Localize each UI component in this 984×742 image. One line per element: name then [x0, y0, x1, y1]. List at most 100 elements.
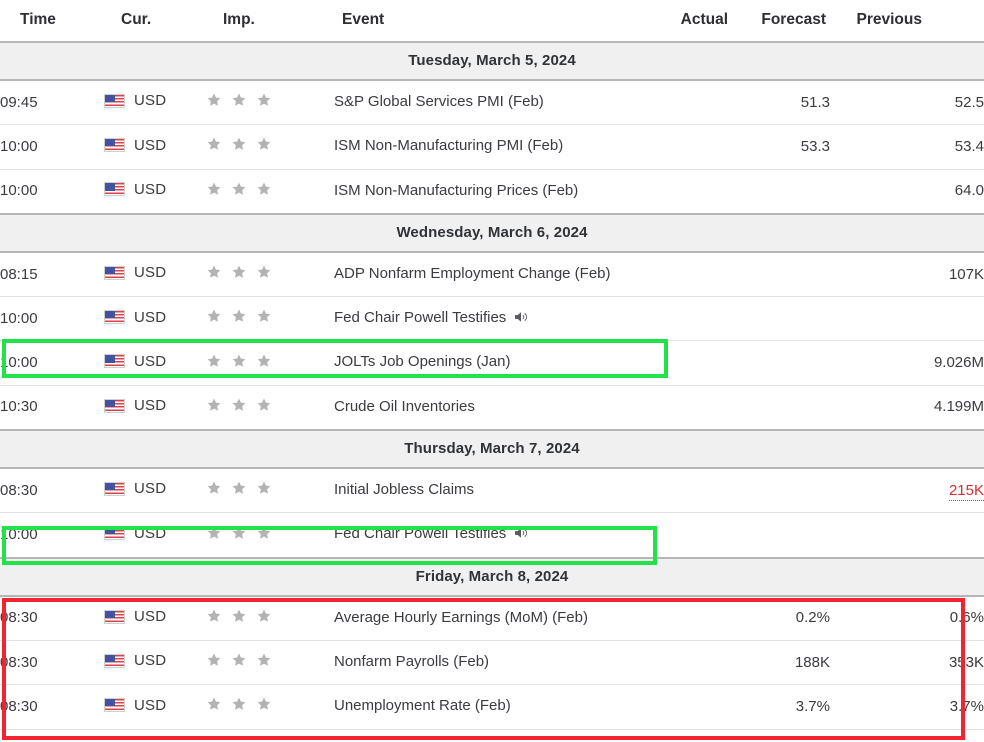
cell-importance[interactable]: [206, 684, 334, 730]
star-icon: [206, 136, 222, 152]
importance-stars: [206, 525, 272, 541]
star-icon: [256, 264, 272, 280]
currency-code: USD: [134, 480, 167, 498]
speaker-icon[interactable]: [513, 309, 529, 325]
column-header-actual[interactable]: Actual: [624, 0, 730, 43]
cell-actual: [624, 124, 730, 170]
importance-stars: [206, 696, 272, 712]
us-flag-icon: [104, 481, 125, 496]
star-icon: [256, 397, 272, 413]
importance-stars: [206, 181, 272, 197]
cell-importance[interactable]: [206, 296, 334, 342]
cell-event[interactable]: ISM Non-Manufacturing PMI (Feb): [334, 124, 624, 170]
table-row[interactable]: 10:00 USD JOLTs Job Openings (Jan) 9.026M: [0, 340, 984, 386]
date-group-header: Tuesday, March 5, 2024: [0, 41, 984, 81]
event-name[interactable]: Nonfarm Payrolls (Feb): [334, 653, 489, 670]
star-icon: [206, 652, 222, 668]
cell-importance[interactable]: [206, 124, 334, 170]
speaker-icon[interactable]: [513, 525, 529, 541]
column-header-forecast[interactable]: Forecast: [730, 0, 830, 43]
cell-importance[interactable]: [206, 385, 334, 431]
table-row[interactable]: 08:30 USD Initial Jobless Claims 215K: [0, 468, 984, 514]
event-name[interactable]: S&P Global Services PMI (Feb): [334, 93, 544, 110]
cell-actual: [624, 684, 730, 730]
star-icon: [231, 92, 247, 108]
table-row[interactable]: 10:00 USD ISM Non-Manufacturing PMI (Feb) 5…: [0, 124, 984, 170]
column-header-previous[interactable]: Previous: [830, 0, 984, 43]
currency-code: USD: [134, 652, 167, 670]
cell-event[interactable]: ISM Non-Manufacturing Prices (Feb): [334, 169, 624, 215]
event-name[interactable]: Crude Oil Inventories: [334, 398, 475, 415]
cell-importance[interactable]: [206, 251, 334, 298]
column-header-importance[interactable]: Imp.: [206, 0, 334, 43]
cell-importance[interactable]: [206, 169, 334, 215]
table-row[interactable]: 10:00 USD Fed Chair Powell Testifies: [0, 296, 984, 342]
cell-event[interactable]: Fed Chair Powell Testifies: [334, 296, 624, 342]
star-icon: [231, 608, 247, 624]
column-header-currency[interactable]: Cur.: [104, 0, 206, 43]
cell-actual: [624, 385, 730, 431]
event-name[interactable]: JOLTs Job Openings (Jan): [334, 353, 510, 370]
currency-badge: USD: [104, 264, 166, 281]
us-flag-icon: [104, 138, 125, 153]
cell-forecast: [730, 296, 830, 342]
event-name[interactable]: ISM Non-Manufacturing Prices (Feb): [334, 182, 578, 199]
previous-value-revised[interactable]: 215K: [948, 481, 984, 501]
cell-currency: USD: [104, 640, 206, 686]
cell-previous: 52.5: [830, 80, 984, 126]
importance-stars: [206, 608, 272, 624]
table-row[interactable]: 08:30 USD Average Hourly Earnings (MoM) (F…: [0, 595, 984, 641]
currency-code: USD: [134, 352, 167, 370]
event-name[interactable]: Unemployment Rate (Feb): [334, 697, 511, 714]
cell-event[interactable]: Unemployment Rate (Feb): [334, 684, 624, 730]
star-icon: [206, 608, 222, 624]
cell-event[interactable]: Average Hourly Earnings (MoM) (Feb): [334, 595, 624, 641]
cell-event[interactable]: Initial Jobless Claims: [334, 468, 624, 514]
event-name[interactable]: Fed Chair Powell Testifies: [334, 525, 506, 542]
cell-actual: [624, 468, 730, 514]
event-name[interactable]: Average Hourly Earnings (MoM) (Feb): [334, 609, 588, 626]
column-header-time[interactable]: Time: [0, 0, 104, 43]
cell-event[interactable]: ADP Nonfarm Employment Change (Feb): [334, 251, 624, 298]
us-flag-icon: [104, 526, 125, 541]
event-name[interactable]: Initial Jobless Claims: [334, 481, 474, 498]
table-row[interactable]: 10:30 USD Crude Oil Inventories 4.199M: [0, 385, 984, 431]
currency-code: USD: [134, 180, 167, 198]
star-icon: [231, 696, 247, 712]
currency-badge: USD: [104, 480, 166, 497]
event-name[interactable]: Fed Chair Powell Testifies: [334, 309, 506, 326]
cell-actual: [624, 340, 730, 386]
event-name[interactable]: ISM Non-Manufacturing PMI (Feb): [334, 137, 563, 154]
cell-event[interactable]: JOLTs Job Openings (Jan): [334, 340, 624, 386]
table-row[interactable]: 08:15 USD ADP Nonfarm Employment Change (F…: [0, 251, 984, 298]
cell-importance[interactable]: [206, 468, 334, 514]
star-icon: [256, 525, 272, 541]
economic-calendar: Time Cur. Imp. Event Actual Forecast Pre…: [0, 0, 984, 742]
table-header-row: Time Cur. Imp. Event Actual Forecast Pre…: [0, 0, 984, 43]
importance-stars: [206, 353, 272, 369]
cell-importance[interactable]: [206, 340, 334, 386]
table-body: Tuesday, March 5, 2024 09:45 USD S&P Global…: [0, 41, 984, 730]
cell-event[interactable]: S&P Global Services PMI (Feb): [334, 80, 624, 126]
cell-event[interactable]: Crude Oil Inventories: [334, 385, 624, 431]
table-row[interactable]: 08:30 USD Nonfarm Payrolls (Feb) 188K 353K: [0, 640, 984, 686]
cell-importance[interactable]: [206, 512, 334, 559]
column-header-event[interactable]: Event: [334, 0, 624, 43]
star-icon: [206, 181, 222, 197]
cell-importance[interactable]: [206, 640, 334, 686]
currency-badge: USD: [104, 92, 166, 109]
cell-time: 10:00: [0, 169, 104, 215]
us-flag-icon: [104, 398, 125, 413]
cell-event[interactable]: Fed Chair Powell Testifies: [334, 512, 624, 559]
star-icon: [206, 92, 222, 108]
cell-importance[interactable]: [206, 595, 334, 641]
cell-importance[interactable]: [206, 80, 334, 126]
table-row[interactable]: 09:45 USD S&P Global Services PMI (Feb) 51.…: [0, 80, 984, 126]
us-flag-icon: [104, 698, 125, 713]
cell-event[interactable]: Nonfarm Payrolls (Feb): [334, 640, 624, 686]
event-name[interactable]: ADP Nonfarm Employment Change (Feb): [334, 265, 611, 282]
table-row[interactable]: 10:00 USD ISM Non-Manufacturing Prices (Fe…: [0, 169, 984, 215]
table-row[interactable]: 08:30 USD Unemployment Rate (Feb) 3.7% 3.7%: [0, 684, 984, 730]
table-row[interactable]: 10:00 USD Fed Chair Powell Testifies: [0, 512, 984, 559]
star-icon: [256, 181, 272, 197]
